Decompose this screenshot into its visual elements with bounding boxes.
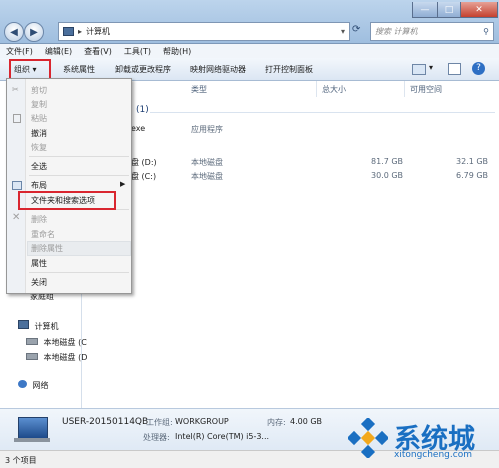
scissors-icon: ✂ (12, 85, 19, 94)
menu-help[interactable]: 帮助(H) (157, 46, 197, 57)
search-input[interactable]: 搜索 计算机 ⚲ (370, 22, 494, 41)
computer-large-icon (18, 417, 48, 439)
menu-item-rename[interactable]: 重命名 (31, 229, 55, 240)
address-bar[interactable]: ▸ 计算机 ▾ (58, 22, 350, 41)
menu-item-remove-properties[interactable]: 删除属性 (31, 243, 63, 254)
system-properties-button[interactable]: 系统属性 (63, 64, 95, 75)
menu-item-delete[interactable]: 删除 (31, 214, 47, 225)
nav-item-computer[interactable]: 计算机 (18, 320, 59, 332)
menu-item-paste[interactable]: 粘贴 (31, 113, 47, 124)
computer-name: USER-20150114QB (62, 417, 149, 427)
preview-pane-icon[interactable] (448, 63, 461, 75)
open-control-panel-button[interactable]: 打开控制面板 (265, 64, 313, 75)
search-icon[interactable]: ⚲ (483, 27, 489, 36)
back-arrow-icon: ◀ (10, 26, 18, 38)
layout-icon (12, 181, 22, 190)
nav-item-network[interactable]: 网络 (18, 380, 49, 391)
clipboard-icon (13, 114, 21, 123)
maximize-button[interactable]: □ (437, 2, 461, 18)
nav-item-disk-d[interactable]: 本地磁盘 (D (26, 352, 87, 363)
menu-file[interactable]: 文件(F) (0, 46, 39, 57)
minimize-button[interactable]: — (412, 2, 438, 18)
address-dropdown-icon[interactable]: ▾ (341, 27, 345, 36)
memory-value: 4.00 GB (290, 417, 323, 426)
menu-item-close[interactable]: 关闭 (31, 277, 47, 288)
hard-disk-icon (26, 353, 38, 360)
submenu-arrow-icon: ▶ (120, 180, 126, 188)
cpu-value: Intel(R) Core(TM) i5-3... (175, 432, 270, 441)
menu-view[interactable]: 查看(V) (78, 46, 118, 57)
view-dropdown-icon[interactable]: ▾ (429, 63, 433, 72)
workgroup-value: WORKGROUP (175, 417, 229, 426)
watermark-domain: xitongcheng.com (394, 450, 472, 460)
menu-item-select-all[interactable]: 全选 (31, 161, 47, 172)
forward-arrow-icon: ▶ (30, 26, 38, 38)
menu-item-undo[interactable]: 撤消 (31, 128, 47, 139)
organize-highlight-box (9, 59, 51, 80)
address-crumb[interactable]: 计算机 (86, 26, 110, 37)
column-total-size[interactable]: 总大小 (322, 84, 346, 95)
organize-menu: ✂ 剪切 复制 粘贴 撤消 恢复 全选 布局 ▶ 文件夹和搜索选项 ✕ 删除 重… (6, 78, 132, 294)
xitongcheng-logo-icon (346, 416, 390, 460)
title-bar: ◀ ▶ ▸ 计算机 ▾ ⟳ 搜索 计算机 ⚲ — □ ✕ (0, 0, 499, 44)
column-free-space[interactable]: 可用空间 (410, 84, 442, 95)
nav-item-disk-c[interactable]: 本地磁盘 (C (26, 337, 87, 348)
network-icon (18, 380, 27, 388)
refresh-icon[interactable]: ⟳ (352, 24, 360, 35)
hard-disk-icon (26, 338, 38, 345)
delete-x-icon: ✕ (12, 212, 21, 223)
back-button[interactable]: ◀ (4, 22, 24, 42)
map-network-drive-button[interactable]: 映射网络驱动器 (190, 64, 246, 75)
close-button[interactable]: ✕ (460, 2, 498, 18)
column-type[interactable]: 类型 (191, 84, 207, 95)
group-header[interactable]: (1) (136, 105, 149, 115)
menu-item-copy[interactable]: 复制 (31, 99, 47, 110)
computer-icon (63, 27, 74, 36)
menu-item-redo[interactable]: 恢复 (31, 142, 47, 153)
menu-edit[interactable]: 编辑(E) (39, 46, 78, 57)
view-options-icon[interactable] (412, 64, 426, 75)
menu-tools[interactable]: 工具(T) (118, 46, 157, 57)
help-icon[interactable]: ? (472, 62, 485, 75)
item-count: 3 个项目 (5, 456, 37, 465)
menu-item-layout[interactable]: 布局 (31, 180, 47, 191)
menu-item-properties[interactable]: 属性 (31, 258, 47, 269)
menu-bar: 文件(F) 编辑(E) 查看(V) 工具(T) 帮助(H) (0, 44, 499, 58)
computer-icon (18, 320, 29, 329)
forward-button[interactable]: ▶ (24, 22, 44, 42)
menu-item-cut[interactable]: 剪切 (31, 85, 47, 96)
uninstall-program-button[interactable]: 卸载或更改程序 (115, 64, 171, 75)
folder-options-highlight-box (18, 191, 116, 210)
